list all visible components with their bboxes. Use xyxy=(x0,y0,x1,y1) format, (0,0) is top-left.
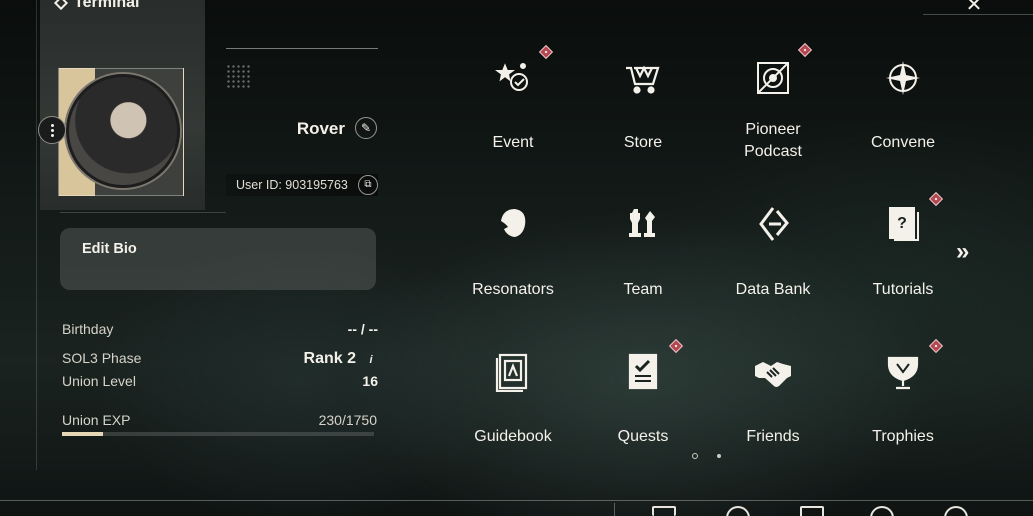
terminal-menu-grid: Event Store Pioneer Podcast Convene Reso… xyxy=(448,40,968,460)
stat-sol3-phase: SOL3 Phase Rank 2 i xyxy=(62,350,378,368)
stat-value: Rank 2 xyxy=(303,350,356,367)
resonators-icon xyxy=(491,203,535,247)
next-page-arrow[interactable]: » xyxy=(956,238,969,266)
edit-name-button[interactable]: ✎ xyxy=(355,117,377,139)
podcast-icon xyxy=(751,56,795,100)
tile-guidebook[interactable]: Guidebook xyxy=(448,334,578,474)
stat-value: 16 xyxy=(362,373,378,389)
quests-icon xyxy=(621,350,665,394)
notification-badge xyxy=(928,338,944,354)
tile-resonators[interactable]: Resonators xyxy=(448,187,578,327)
convene-star-icon xyxy=(881,56,925,100)
compass-icon[interactable] xyxy=(726,506,750,516)
info-icon[interactable]: i xyxy=(364,353,378,367)
tile-label: Store xyxy=(623,134,663,151)
divider xyxy=(226,48,378,49)
tile-label: Quests xyxy=(617,428,669,445)
tile-data-bank[interactable]: Data Bank xyxy=(708,187,838,327)
close-icon[interactable]: ✕ xyxy=(959,0,989,15)
stat-label: Union Level xyxy=(62,373,136,389)
page-title-text: Terminal xyxy=(74,0,140,11)
tile-label: Resonators xyxy=(472,281,554,298)
tile-tutorials[interactable]: ? Tutorials xyxy=(838,187,968,327)
team-chess-icon xyxy=(621,203,665,247)
stat-label: SOL3 Phase xyxy=(62,350,142,366)
svg-text:?: ? xyxy=(897,215,907,232)
notification-badge xyxy=(797,42,813,58)
account-icon[interactable] xyxy=(870,506,894,516)
tile-label: Event xyxy=(492,134,534,151)
stat-value: -- / -- xyxy=(347,321,378,337)
tile-store[interactable]: Store xyxy=(578,40,708,180)
terminal-icon xyxy=(53,0,69,11)
tile-pioneer-podcast[interactable]: Pioneer Podcast xyxy=(708,40,838,180)
more-options-button[interactable] xyxy=(38,116,66,144)
avatar[interactable] xyxy=(66,74,180,188)
page-title: Terminal xyxy=(53,0,140,12)
decorative-dot-grid xyxy=(226,64,250,88)
stat-birthday: Birthday -- / -- xyxy=(62,321,378,337)
tile-convene[interactable]: Convene xyxy=(838,40,968,180)
mail-icon[interactable] xyxy=(652,506,676,516)
divider xyxy=(923,14,1033,15)
page-indicator-2[interactable] xyxy=(717,454,721,458)
bio-label: Edit Bio xyxy=(82,241,137,257)
tile-quests[interactable]: Quests xyxy=(578,334,708,474)
exp-label: Union EXP xyxy=(62,412,131,428)
data-bank-icon xyxy=(751,203,795,247)
page-indicator-1[interactable] xyxy=(692,453,698,459)
avatar-frame[interactable] xyxy=(58,68,184,196)
edit-bio-button[interactable]: Edit Bio xyxy=(60,228,376,290)
user-id-row: User ID: 903195763 ⧉ xyxy=(226,174,378,196)
divider xyxy=(0,500,1033,501)
tile-team[interactable]: Team xyxy=(578,187,708,327)
settings-icon[interactable] xyxy=(944,506,968,516)
trophy-icon xyxy=(881,350,925,394)
event-icon xyxy=(491,56,535,100)
tile-label: Convene xyxy=(870,134,936,151)
tutorials-icon: ? xyxy=(881,203,925,247)
copy-icon[interactable]: ⧉ xyxy=(358,175,378,195)
tile-friends[interactable]: Friends xyxy=(708,334,838,474)
handshake-icon xyxy=(751,350,795,394)
tile-label-line1: Pioneer xyxy=(745,121,801,138)
username: Rover xyxy=(296,119,345,138)
divider xyxy=(60,212,226,213)
notice-icon[interactable] xyxy=(800,506,824,516)
stat-label: Birthday xyxy=(62,321,114,337)
decorative-line xyxy=(36,0,37,470)
divider xyxy=(614,503,615,516)
tile-label: Team xyxy=(623,281,663,298)
notification-badge xyxy=(928,191,944,207)
exp-progress-fill xyxy=(62,432,103,436)
tile-label: Tutorials xyxy=(872,281,934,298)
exp-progress-bar xyxy=(62,432,374,436)
exp-value: 230/1750 xyxy=(318,412,377,428)
tile-event[interactable]: Event xyxy=(448,40,578,180)
tile-trophies[interactable]: Trophies xyxy=(838,334,968,474)
store-cart-icon xyxy=(621,56,665,100)
notification-badge xyxy=(538,44,554,60)
stat-union-level: Union Level 16 xyxy=(62,373,378,389)
notification-badge xyxy=(668,338,684,354)
tile-label: Trophies xyxy=(872,428,934,445)
tile-label-line2: Podcast xyxy=(744,143,802,160)
tile-label: Guidebook xyxy=(474,428,552,445)
tile-label: Friends xyxy=(746,428,800,445)
user-id-text: User ID: 903195763 xyxy=(236,178,348,192)
tile-label: Data Bank xyxy=(735,281,811,298)
guidebook-icon xyxy=(491,350,535,394)
